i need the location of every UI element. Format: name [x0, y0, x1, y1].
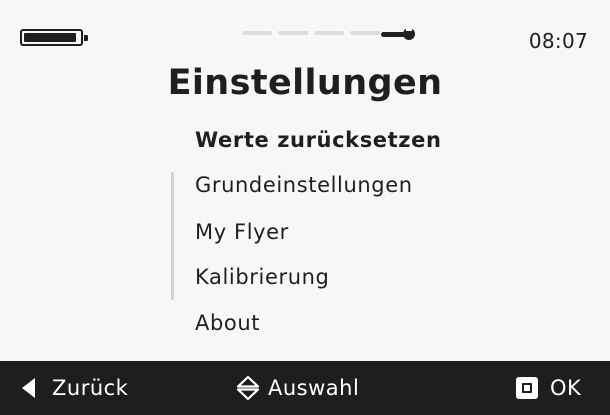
ok-label: OK: [550, 376, 582, 400]
back-label: Zurück: [52, 376, 129, 400]
square-button-icon: [516, 377, 538, 399]
battery-level-fill: [24, 33, 76, 42]
wrench-icon: [381, 25, 415, 40]
menu-scrollbar: [171, 172, 174, 300]
select-button[interactable]: Auswahl: [236, 361, 359, 415]
triangle-left-icon: [22, 378, 35, 398]
back-button[interactable]: Zurück: [22, 361, 128, 415]
progress-dash: [242, 31, 272, 35]
menu-item-werte-zuruecksetzen[interactable]: Werte zurücksetzen: [195, 127, 442, 153]
up-down-arrows-icon: [236, 375, 260, 401]
progress-dash: [314, 31, 344, 35]
menu-item-grundeinstellungen[interactable]: Grundeinstellungen: [195, 172, 413, 198]
bottom-action-bar: Zurück Auswahl OK: [0, 361, 610, 415]
battery-tip: [84, 35, 88, 41]
progress-indicator: [242, 31, 380, 35]
page-title: Einstellungen: [167, 63, 443, 103]
menu-item-kalibrierung[interactable]: Kalibrierung: [195, 264, 329, 290]
progress-dash: [278, 31, 308, 35]
ok-button[interactable]: OK: [516, 361, 581, 415]
progress-dash: [350, 31, 380, 35]
battery-icon: [20, 29, 88, 46]
select-label: Auswahl: [268, 376, 360, 400]
menu-item-my-flyer[interactable]: My Flyer: [195, 219, 289, 245]
clock: 08:07: [528, 29, 588, 53]
menu-item-about[interactable]: About: [195, 310, 260, 336]
